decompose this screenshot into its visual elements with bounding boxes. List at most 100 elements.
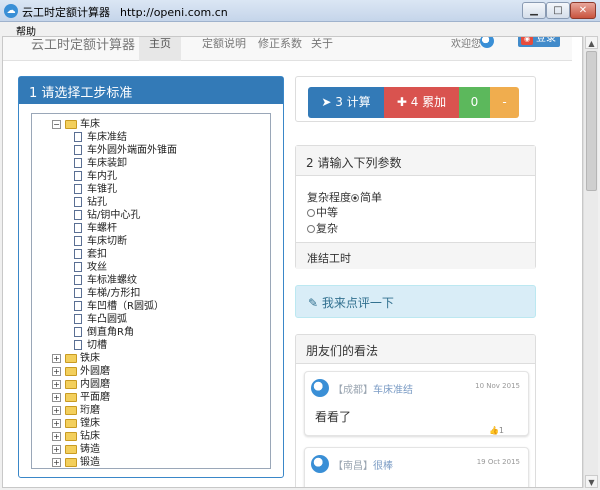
tree-leaf[interactable]: 车内孔 xyxy=(32,170,262,183)
tree-node-label: 铸造 xyxy=(80,444,100,455)
expand-icon[interactable]: + xyxy=(52,406,61,415)
tree-leaf[interactable]: 车锥孔 xyxy=(32,183,262,196)
tree-node-expanded[interactable]: − 车床 xyxy=(32,118,262,131)
collapse-icon[interactable]: − xyxy=(52,120,61,129)
comment-location: 【南昌】 xyxy=(333,461,373,472)
radio-simple-label: 简单 xyxy=(360,191,382,204)
comment-author[interactable]: 【南昌】很棒 xyxy=(333,457,393,472)
tree-leaf[interactable]: 车标准螺纹 xyxy=(32,274,262,287)
document-icon xyxy=(74,262,82,272)
expand-icon[interactable]: + xyxy=(52,354,61,363)
tree-leaf[interactable]: 车外圆外端面外锥面 xyxy=(32,144,262,157)
tree-leaf-label: 车床切断 xyxy=(87,236,127,247)
maximize-button[interactable]: □ xyxy=(546,2,570,19)
login-label: 登录 xyxy=(536,36,556,44)
radio-simple[interactable]: 简单 xyxy=(351,189,382,205)
tree-leaf-label: 钻/钥中心孔 xyxy=(87,210,141,221)
tree-node-collapsed[interactable]: + 平面磨 xyxy=(32,391,262,404)
tree-leaf[interactable]: 车床准结 xyxy=(32,131,262,144)
close-button[interactable]: ✕ xyxy=(570,2,596,19)
folder-icon xyxy=(65,458,77,467)
expand-icon[interactable]: + xyxy=(52,393,61,402)
tree-leaf-label: 车内孔 xyxy=(87,171,117,182)
tree-leaf[interactable]: 车床装卸 xyxy=(32,157,262,170)
setup-time-label: 准结工时 xyxy=(296,242,535,269)
comment-location: 【成都】 xyxy=(333,385,373,396)
welcome-text: 欢迎您 xyxy=(451,39,481,50)
step2-panel: 2 请输入下列参数 复杂程度 简单 中等 复杂 准结工时 xyxy=(295,145,536,269)
minus-button[interactable]: - xyxy=(490,87,519,118)
document-icon xyxy=(74,327,82,337)
scroll-thumb[interactable] xyxy=(586,51,597,191)
tree-node-collapsed[interactable]: + 铁床 xyxy=(32,352,262,365)
zero-button[interactable]: 0 xyxy=(459,87,490,118)
tree-leaf[interactable]: 倒直角R角 xyxy=(32,326,262,339)
vertical-scrollbar[interactable]: ▲ ▼ xyxy=(583,36,598,488)
expand-icon[interactable]: + xyxy=(52,432,61,441)
expand-icon[interactable]: + xyxy=(52,419,61,428)
comment-topic: 很棒 xyxy=(373,461,393,472)
tree-leaf-label: 车床装卸 xyxy=(87,158,127,169)
tree-node-collapsed[interactable]: + 锻造 xyxy=(32,456,262,468)
comment-link[interactable]: ✎ 我来点评一下 xyxy=(295,285,536,318)
expand-icon[interactable]: + xyxy=(52,380,61,389)
accumulate-label: 4 累加 xyxy=(410,95,447,109)
scroll-up-arrow-icon[interactable]: ▲ xyxy=(585,36,598,49)
tree-leaf[interactable]: 钻/钥中心孔 xyxy=(32,209,262,222)
tree-node-collapsed[interactable]: + 铸造 xyxy=(32,443,262,456)
tree-leaf[interactable]: 车床切断 xyxy=(32,235,262,248)
expand-icon[interactable]: + xyxy=(52,458,61,467)
tree-node-label: 镗床 xyxy=(80,418,100,429)
radio-dot-checked xyxy=(351,194,359,202)
weibo-icon: ◉ xyxy=(521,37,533,45)
tree-leaf[interactable]: 车凹槽（R圆弧） xyxy=(32,300,262,313)
tree-leaf-label: 切槽 xyxy=(87,340,107,351)
tree-leaf[interactable]: 车螺杆 xyxy=(32,222,262,235)
user-avatar-icon xyxy=(480,37,494,48)
tree-leaf-label: 车锥孔 xyxy=(87,184,117,195)
login-button[interactable]: ◉ 登录 xyxy=(518,36,560,47)
tree-leaf[interactable]: 钻孔 xyxy=(32,196,262,209)
scroll-down-arrow-icon[interactable]: ▼ xyxy=(585,475,598,488)
calculate-button[interactable]: ➤ 3 计算 xyxy=(308,87,384,118)
comment-author[interactable]: 【成都】车床准结 xyxy=(333,381,413,396)
tree-leaf-label: 倒直角R角 xyxy=(87,327,134,338)
nav-item-about[interactable]: 关于 xyxy=(311,37,333,51)
tree-leaf[interactable]: 套扣 xyxy=(32,248,262,261)
expand-icon[interactable]: + xyxy=(52,367,61,376)
radio-dot xyxy=(307,209,315,217)
tree-node-collapsed[interactable]: + 外圆磨 xyxy=(32,365,262,378)
tree-leaf[interactable]: 切槽 xyxy=(32,339,262,352)
tree-leaf[interactable]: 攻丝 xyxy=(32,261,262,274)
accumulate-button[interactable]: ✚ 4 累加 xyxy=(384,87,459,118)
tree-node-collapsed[interactable]: + 珩磨 xyxy=(32,404,262,417)
nav-brand[interactable]: 云工时定额计算器 xyxy=(31,37,135,53)
tree-node-collapsed[interactable]: + 镗床 xyxy=(32,417,262,430)
tree-node-label: 内圆磨 xyxy=(80,379,110,390)
tree-node-collapsed[interactable]: + 钻床 xyxy=(32,430,262,443)
like-button[interactable]: 👍1 xyxy=(489,426,504,435)
radio-medium-label: 中等 xyxy=(316,206,338,219)
radio-dot xyxy=(307,225,315,233)
minimize-button[interactable]: ▁ xyxy=(522,2,546,19)
nav-item-quota-desc[interactable]: 定额说明 xyxy=(202,37,246,51)
tree-node-collapsed[interactable]: + 内圆磨 xyxy=(32,378,262,391)
comment-date: 10 Nov 2015 xyxy=(475,382,520,390)
nav-item-correction[interactable]: 修正系数 xyxy=(258,37,302,51)
tree-leaf-label: 车外圆外端面外锥面 xyxy=(87,145,177,156)
radio-medium[interactable]: 中等 xyxy=(307,204,338,220)
tree-leaf[interactable]: 车凸圆弧 xyxy=(32,313,262,326)
plus-icon: ✚ xyxy=(396,95,407,109)
folder-icon xyxy=(65,445,77,454)
expand-icon[interactable]: + xyxy=(52,445,61,454)
folder-icon xyxy=(65,367,77,376)
tree-node-label: 平面磨 xyxy=(80,392,110,403)
menu-bar: 帮助 xyxy=(0,22,600,38)
window-titlebar: ☁ 云工时定额计算器 http://openi.com.cn ▁ □ ✕ xyxy=(0,0,600,22)
tree-leaf[interactable]: 车梯/方形扣 xyxy=(32,287,262,300)
document-icon xyxy=(74,301,82,311)
app-icon: ☁ xyxy=(4,4,18,18)
radio-complex[interactable]: 复杂 xyxy=(307,220,338,236)
nav-item-home[interactable]: 主页 xyxy=(139,37,181,61)
tree-leaf-label: 车凹槽（R圆弧） xyxy=(87,301,164,312)
